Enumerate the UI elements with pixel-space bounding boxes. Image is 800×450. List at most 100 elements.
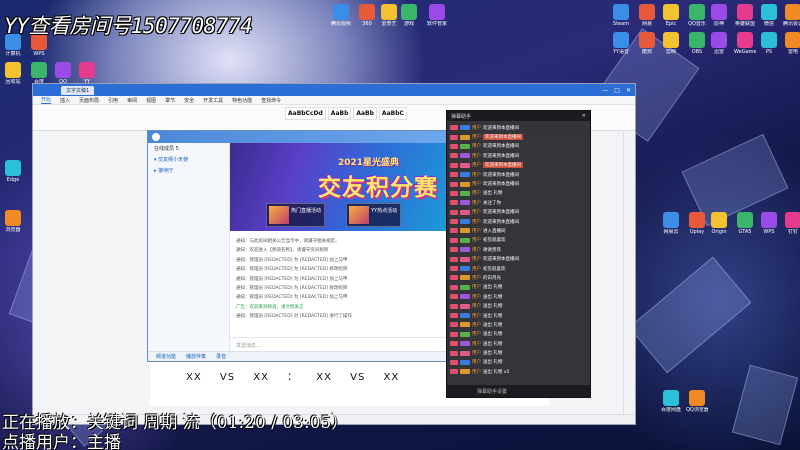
menu-tab[interactable]: 引用 xyxy=(108,97,118,104)
desktop-icon[interactable]: WPS xyxy=(758,212,780,235)
desktop-icon[interactable]: Steam xyxy=(610,4,632,27)
danmaku-username[interactable]: 用户 xyxy=(472,209,481,215)
desktop-icon[interactable]: 网易 xyxy=(636,4,658,27)
bottom-bar-button[interactable]: 频道功能 xyxy=(156,353,176,360)
maximize-icon[interactable]: □ xyxy=(614,87,620,94)
danmaku-username[interactable]: 用户 xyxy=(472,247,481,253)
menu-tab[interactable]: 视图 xyxy=(146,97,156,104)
channel-tree-item[interactable]: 在线成员 5 xyxy=(148,143,229,154)
danmaku-username[interactable]: 用户 xyxy=(472,331,481,337)
event-banner[interactable]: 2021星光盛典 交友积分赛 热门直播活动 YY热点活动 xyxy=(230,143,448,231)
desktop-icon[interactable]: 软件管家 xyxy=(426,4,448,27)
desktop-icon[interactable]: PS xyxy=(758,32,780,55)
menu-tab[interactable]: 开始 xyxy=(41,96,52,104)
danmaku-username[interactable]: 用户 xyxy=(472,219,481,225)
desktop-icon[interactable]: 腾讯视频 xyxy=(330,4,352,27)
desktop-icon[interactable]: YY xyxy=(76,62,98,85)
desktop-icon[interactable]: 迅雷 xyxy=(708,32,730,55)
desktop-icon[interactable]: YY语音 xyxy=(610,32,632,55)
desktop-icon[interactable]: 剪映 xyxy=(660,32,682,55)
danmaku-text: 送出 礼物 xyxy=(483,294,503,300)
menu-tab[interactable]: 插入 xyxy=(60,97,70,104)
danmaku-username[interactable]: 用户 xyxy=(472,294,481,300)
desktop-icon[interactable]: 网易云 xyxy=(660,212,682,235)
chat-input[interactable]: 发送消息… xyxy=(230,337,448,351)
danmaku-username[interactable]: 用户 xyxy=(472,162,481,168)
menu-tab[interactable]: 审阅 xyxy=(127,97,137,104)
desktop-icon[interactable]: Edge xyxy=(2,160,24,183)
desktop-icon[interactable]: QQ音乐 xyxy=(686,4,708,27)
danmaku-panel[interactable]: 弹幕助手 ✕ 用户 欢迎来到本直播间 用户 欢迎来到本直播间 用户 欢迎来到本直播间 用户欢… xyxy=(446,110,591,398)
desktop-icon[interactable]: 浏览器 xyxy=(2,210,24,233)
desktop-icon[interactable]: 游戏 xyxy=(398,4,420,27)
danmaku-username[interactable]: 用户 xyxy=(472,303,481,309)
menu-tab[interactable]: 章节 xyxy=(165,97,175,104)
danmaku-username[interactable]: 用户 xyxy=(472,190,481,196)
bottom-bar-button[interactable]: 录音 xyxy=(216,353,226,360)
menu-tab[interactable]: 开发工具 xyxy=(203,97,223,104)
style-preset[interactable]: AaBbC xyxy=(378,107,407,120)
desktop-icon[interactable]: OBS xyxy=(686,32,708,55)
close-icon[interactable]: ✕ xyxy=(626,87,631,94)
desktop-icon[interactable]: Epic xyxy=(660,4,682,27)
desktop-icon-label: 回收站 xyxy=(5,79,21,85)
danmaku-username[interactable]: 用户 xyxy=(472,181,481,187)
danmaku-username[interactable]: 用户 xyxy=(472,284,481,290)
danmaku-username[interactable]: 用户 xyxy=(472,143,481,149)
desktop-icon[interactable]: QQ浏览器 xyxy=(686,390,708,413)
bottom-bar-button[interactable]: 播放伴奏 xyxy=(186,353,206,360)
close-icon[interactable]: ✕ xyxy=(582,113,586,119)
danmaku-settings-link[interactable]: 弹幕助手设置 xyxy=(447,385,590,397)
menu-tab[interactable]: 特色功能 xyxy=(232,97,252,104)
danmaku-username[interactable]: 用户 xyxy=(472,350,481,356)
danmaku-text: 送出 礼物 xyxy=(483,313,503,319)
yy-client-window[interactable]: 在线成员 5 ▾ 交友频小天使 ▸ 接待厅 2021星光盛典 交友积分赛 热门直播… xyxy=(147,130,449,362)
desktop-icon[interactable]: 雷电 xyxy=(782,32,800,55)
danmaku-username[interactable]: 用户 xyxy=(472,256,481,262)
desktop-icon[interactable]: WeGame xyxy=(734,32,756,55)
desktop-icon[interactable]: 酷狗 xyxy=(636,32,658,55)
activity-card[interactable]: YY热点活动 xyxy=(346,203,402,227)
desktop-icon[interactable]: 钉钉 xyxy=(782,212,800,235)
desktop-icon[interactable]: 英雄联盟 xyxy=(734,4,756,27)
desktop-icon[interactable]: 百度网盘 xyxy=(660,390,682,413)
desktop-icon[interactable]: 腾讯会议 xyxy=(782,4,800,27)
desktop-icon[interactable]: 原神 xyxy=(708,4,730,27)
style-preset[interactable]: AaBbCcDd xyxy=(285,107,326,120)
danmaku-username[interactable]: 用户 xyxy=(472,125,481,131)
danmaku-username[interactable]: 用户 xyxy=(472,153,481,159)
right-app-icon xyxy=(761,4,777,20)
desktop-icon[interactable]: 百度 xyxy=(28,62,50,85)
minimize-icon[interactable]: — xyxy=(602,87,608,94)
danmaku-username[interactable]: 用户 xyxy=(472,359,481,365)
danmaku-username[interactable]: 用户 xyxy=(472,200,481,206)
activity-card[interactable]: 热门直播活动 xyxy=(266,203,326,227)
danmaku-username[interactable]: 用户 xyxy=(472,228,481,234)
danmaku-username[interactable]: 用户 xyxy=(472,313,481,319)
danmaku-username[interactable]: 用户 xyxy=(472,134,481,140)
danmaku-username[interactable]: 用户 xyxy=(472,172,481,178)
danmaku-username[interactable]: 用户 xyxy=(472,237,481,243)
desktop-icon[interactable]: 爱奇艺 xyxy=(378,4,400,27)
danmaku-username[interactable]: 用户 xyxy=(472,341,481,347)
channel-tree-item[interactable]: ▾ 交友频小天使 xyxy=(148,154,229,165)
style-preset[interactable]: AaBb xyxy=(327,107,352,120)
danmaku-username[interactable]: 用户 xyxy=(472,266,481,272)
desktop-icon[interactable]: 微信 xyxy=(758,4,780,27)
fan-badge-icon xyxy=(460,284,470,290)
danmaku-username[interactable]: 用户 xyxy=(472,322,481,328)
menu-tab[interactable]: 页面布局 xyxy=(79,97,99,104)
desktop-icon[interactable]: QQ xyxy=(52,62,74,85)
danmaku-username[interactable]: 用户 xyxy=(472,275,481,281)
desktop-icon[interactable]: Uplay xyxy=(686,212,708,235)
desktop-icon[interactable]: GTA5 xyxy=(734,212,756,235)
style-preset[interactable]: AaBb xyxy=(353,107,377,120)
menu-tab[interactable]: 查找命令 xyxy=(261,97,281,104)
channel-tree-item[interactable]: ▸ 接待厅 xyxy=(148,165,229,176)
menu-tab[interactable]: 安全 xyxy=(184,97,194,104)
desktop-icon[interactable]: 360 xyxy=(356,4,378,27)
danmaku-username[interactable]: 用户 xyxy=(472,369,481,375)
desktop-icon[interactable]: 回收站 xyxy=(2,62,24,85)
desktop-icon[interactable]: Origin xyxy=(708,212,730,235)
document-tab[interactable]: 文字文稿1 xyxy=(61,85,95,95)
